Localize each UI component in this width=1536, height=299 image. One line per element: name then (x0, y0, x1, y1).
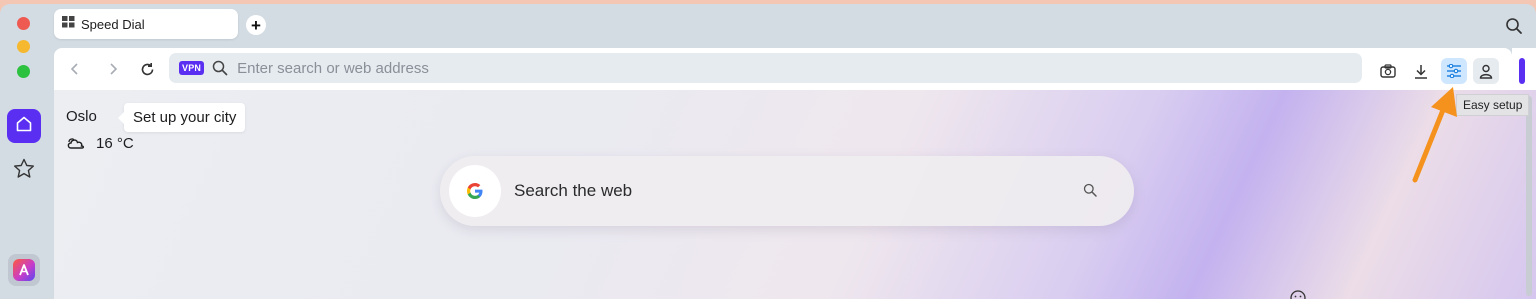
star-icon (13, 158, 35, 184)
toolbar: VPN (54, 48, 1512, 90)
tab-label: Speed Dial (81, 16, 145, 32)
search-icon (212, 60, 228, 76)
side-panel-toggle[interactable] (1519, 58, 1525, 84)
web-search-box[interactable]: Search the web (440, 156, 1134, 226)
reload-button[interactable] (136, 58, 158, 80)
city-tooltip: Set up your city (117, 103, 246, 132)
vpn-badge[interactable]: VPN (179, 61, 205, 75)
sidebar-item-bookmarks[interactable] (12, 158, 36, 184)
search-icon[interactable] (1083, 183, 1099, 199)
smiley-icon[interactable] (1289, 289, 1307, 299)
weather-widget[interactable]: 16 °C (66, 133, 134, 153)
camera-icon[interactable] (1375, 58, 1401, 84)
cloud-icon (66, 133, 86, 153)
sidebar-item-aria[interactable] (8, 254, 40, 286)
search-placeholder[interactable]: Search the web (514, 181, 632, 201)
easy-setup-icon[interactable] (1441, 58, 1467, 84)
home-icon (15, 115, 33, 138)
orange-arrow-annotation (1412, 87, 1457, 183)
google-icon (449, 165, 501, 217)
weather-temperature: 16 °C (96, 134, 134, 152)
tab-speed-dial[interactable]: Speed Dial (54, 9, 238, 39)
new-tab-button[interactable]: + (246, 15, 266, 35)
back-button[interactable] (64, 58, 86, 80)
sidebar-item-home[interactable] (7, 109, 41, 143)
weather-city[interactable]: Oslo (66, 108, 97, 125)
easy-setup-tooltip: Easy setup (1456, 94, 1530, 116)
aria-icon (13, 259, 35, 281)
profile-icon[interactable] (1473, 58, 1499, 84)
close-window-button[interactable] (17, 17, 30, 30)
address-bar[interactable]: VPN (169, 53, 1362, 83)
forward-button[interactable] (102, 58, 124, 80)
zoom-window-button[interactable] (17, 65, 30, 78)
address-input[interactable] (237, 59, 1138, 77)
sidebar (0, 90, 48, 299)
scrollbar[interactable] (1526, 96, 1532, 296)
tab-search-icon[interactable] (1505, 17, 1525, 37)
grid-icon (62, 15, 75, 33)
minimize-window-button[interactable] (17, 40, 30, 53)
download-icon[interactable] (1408, 58, 1434, 84)
